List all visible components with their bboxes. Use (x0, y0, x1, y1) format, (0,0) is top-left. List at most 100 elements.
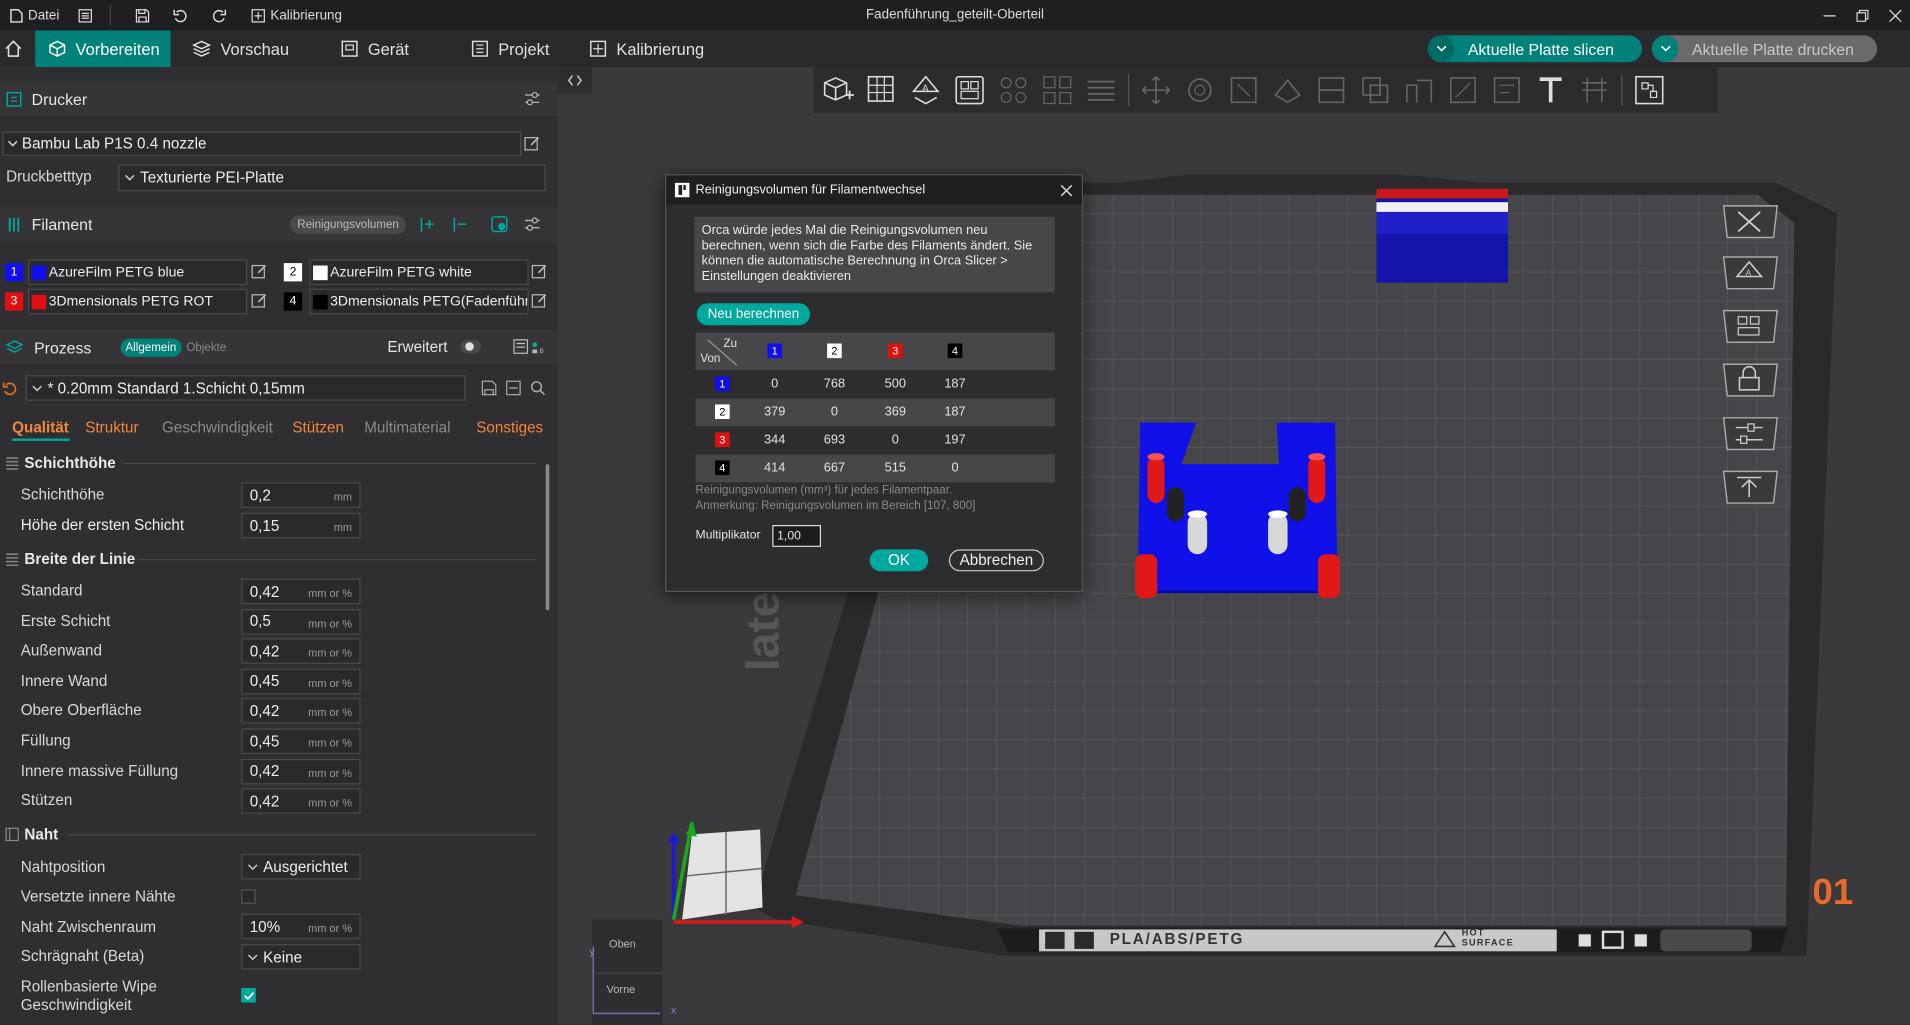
file-menu[interactable]: Datei (10, 0, 59, 30)
filament-color-swatch[interactable] (313, 294, 328, 309)
sidebar-scrollbar[interactable] (545, 464, 550, 611)
scarf-seam-select[interactable]: Keine (241, 944, 361, 970)
ok-button[interactable]: OK (869, 549, 929, 572)
delete-preset-icon[interactable] (506, 380, 522, 396)
edit-icon[interactable] (251, 292, 268, 309)
layer-height-input[interactable]: 0,2 mm (241, 482, 361, 508)
compare-presets-icon[interactable]: B (513, 339, 547, 356)
search-icon[interactable] (530, 380, 546, 396)
color-paint-icon[interactable] (1490, 73, 1524, 107)
add-filament-icon[interactable] (418, 216, 435, 232)
flush-volume-cell[interactable]: 414 (753, 460, 797, 475)
edit-icon[interactable] (524, 135, 541, 152)
line-width-input[interactable]: 0,42 mm or % (241, 698, 361, 725)
redo-button[interactable] (211, 0, 227, 30)
roller-wipe-checkbox[interactable] (241, 987, 256, 1003)
rotate-icon[interactable] (1183, 73, 1217, 107)
filament-select-3[interactable]: 3Dmensionals PETG ROT (28, 288, 248, 315)
line-width-input[interactable]: 0,45 mm or % (241, 668, 361, 695)
remove-filament-icon[interactable] (451, 216, 468, 232)
filament-select-4[interactable]: 3Dmensionals PETG(Fadenführ... (309, 288, 529, 315)
add-object-icon[interactable] (821, 73, 855, 107)
calibration-menu[interactable]: Kalibrierung (251, 0, 342, 30)
seam-paint-icon[interactable] (1446, 73, 1480, 107)
tab-others[interactable]: Sonstiges (476, 419, 543, 436)
text-tool-icon[interactable] (1534, 73, 1568, 107)
flush-volume-cell[interactable]: 667 (812, 460, 856, 475)
tab-device[interactable]: Gerät (341, 30, 409, 67)
filament-color-swatch[interactable] (31, 294, 47, 309)
flush-volume-cell[interactable]: 379 (753, 404, 797, 419)
first-layer-height-input[interactable]: 0,15 mm (241, 512, 361, 539)
close-window-button[interactable] (1889, 0, 1902, 30)
plate-settings-icon[interactable] (1721, 414, 1782, 453)
tab-strength[interactable]: Struktur (85, 419, 138, 436)
settings-sliders-icon[interactable] (524, 217, 541, 232)
line-width-input[interactable]: 0,45 mm or % (241, 728, 361, 755)
seam-gap-input[interactable]: 10% mm or % (241, 913, 361, 940)
bed-type-select[interactable]: Texturierte PEI-Platte (118, 164, 546, 192)
filament-color-swatch[interactable] (31, 264, 47, 280)
collapse-sidebar-button[interactable] (557, 66, 593, 94)
tab-multimaterial[interactable]: Multimaterial (364, 419, 450, 436)
flush-volume-cell[interactable]: 693 (812, 432, 856, 447)
save-icon[interactable] (481, 380, 497, 396)
scale-icon[interactable] (1227, 73, 1261, 107)
move-to-plate-icon[interactable] (1721, 468, 1782, 507)
tab-support[interactable]: Stützen (292, 419, 344, 436)
flush-volume-cell[interactable]: 0 (873, 432, 917, 447)
filament-select-1[interactable]: AzureFilm PETG blue (28, 259, 248, 286)
split-parts-icon[interactable] (1040, 73, 1074, 107)
flush-volume-cell[interactable]: 515 (873, 460, 917, 475)
seam-position-select[interactable]: Ausgerichtet (241, 853, 361, 880)
line-width-input[interactable]: 0,42 mm or % (241, 638, 361, 665)
flush-volume-cell[interactable]: 187 (933, 376, 977, 391)
boolean-icon[interactable] (1358, 73, 1392, 107)
minimize-button[interactable] (1823, 0, 1836, 30)
tab-project[interactable]: Projekt (471, 30, 549, 67)
tab-speed[interactable]: Geschwindigkeit (162, 419, 273, 436)
cancel-button[interactable]: Abbrechen (948, 549, 1044, 572)
staggered-seams-checkbox[interactable] (241, 889, 256, 904)
cut-icon[interactable] (1314, 73, 1348, 107)
flush-volume-cell[interactable]: 500 (873, 376, 917, 391)
advanced-toggle[interactable] (460, 339, 482, 354)
home-button[interactable] (5, 30, 27, 67)
tab-calibration[interactable]: Kalibrierung (590, 30, 704, 67)
flush-volume-cell[interactable]: 0 (812, 404, 856, 419)
printer-select[interactable]: Bambu Lab P1S 0.4 nozzle (2, 131, 522, 156)
support-paint-icon[interactable] (1402, 73, 1436, 107)
flush-volume-cell[interactable]: 768 (812, 376, 856, 391)
chevron-down-icon[interactable] (1427, 35, 1455, 63)
mode-objects-toggle[interactable]: Objekte (186, 341, 226, 354)
edit-icon[interactable] (251, 263, 268, 280)
edit-icon[interactable] (531, 292, 548, 309)
chevron-down-icon[interactable] (1651, 35, 1679, 63)
edit-icon[interactable] (531, 263, 548, 280)
move-icon[interactable] (1139, 73, 1173, 107)
assembly-view-icon[interactable] (1632, 73, 1666, 107)
lock-plate-icon[interactable] (1721, 361, 1782, 400)
flush-volume-cell[interactable]: 344 (753, 432, 797, 447)
auto-orient-icon[interactable]: A (909, 73, 943, 107)
arrange-icon[interactable] (953, 73, 987, 107)
layers-editing-icon[interactable] (1084, 73, 1118, 107)
delete-plate-icon[interactable] (1721, 202, 1782, 241)
line-width-input[interactable]: 0,42 mm or % (241, 578, 361, 605)
lay-on-face-icon[interactable] (1270, 73, 1304, 107)
tab-prepare[interactable]: Vorbereiten (35, 30, 171, 67)
mode-general-toggle[interactable]: Allgemein (120, 338, 182, 357)
menu-button[interactable] (78, 0, 93, 30)
slice-plate-button[interactable]: Aktuelle Platte slicen (1427, 35, 1643, 63)
measure-icon[interactable] (1577, 73, 1611, 107)
flush-volume-cell[interactable]: 0 (933, 460, 977, 475)
add-plate-icon[interactable] (865, 73, 899, 107)
split-objects-icon[interactable] (996, 73, 1030, 107)
tab-preview[interactable]: Vorschau (192, 30, 289, 67)
flush-volume-cell[interactable]: 369 (873, 404, 917, 419)
settings-sliders-icon[interactable] (524, 91, 541, 106)
nav-top-label[interactable]: Oben (609, 938, 636, 950)
maximize-button[interactable] (1856, 0, 1869, 30)
undo-button[interactable] (173, 0, 189, 30)
process-preset-select[interactable]: * 0.20mm Standard 1.Schicht 0,15mm (25, 375, 466, 401)
